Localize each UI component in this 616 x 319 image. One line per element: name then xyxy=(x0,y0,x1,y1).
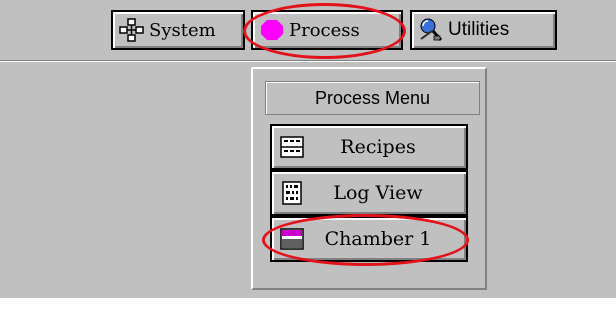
utilities-label: Utilities xyxy=(448,19,510,40)
chamber-1-button[interactable]: Chamber 1 xyxy=(270,216,468,262)
bottom-area xyxy=(0,298,616,319)
log-view-label: Log View xyxy=(333,182,423,204)
utilities-tools-icon xyxy=(418,17,444,43)
recipes-label: Recipes xyxy=(340,136,416,158)
recipes-button[interactable]: Recipes xyxy=(270,124,468,170)
system-button[interactable]: System xyxy=(111,10,245,50)
chamber-1-label: Chamber 1 xyxy=(324,228,432,250)
chamber-icon xyxy=(280,227,304,251)
log-view-button[interactable]: Log View xyxy=(270,170,468,216)
system-network-icon xyxy=(119,18,145,42)
utilities-button[interactable]: Utilities xyxy=(410,10,557,50)
system-label: System xyxy=(149,19,216,41)
recipes-icon xyxy=(280,135,304,159)
process-button[interactable]: Process xyxy=(251,10,403,50)
process-label: Process xyxy=(289,19,360,41)
process-octagon-icon xyxy=(259,18,285,42)
log-view-icon xyxy=(280,181,304,205)
toolbar-separator-highlight xyxy=(0,61,616,62)
process-menu-title: Process Menu xyxy=(265,81,480,115)
